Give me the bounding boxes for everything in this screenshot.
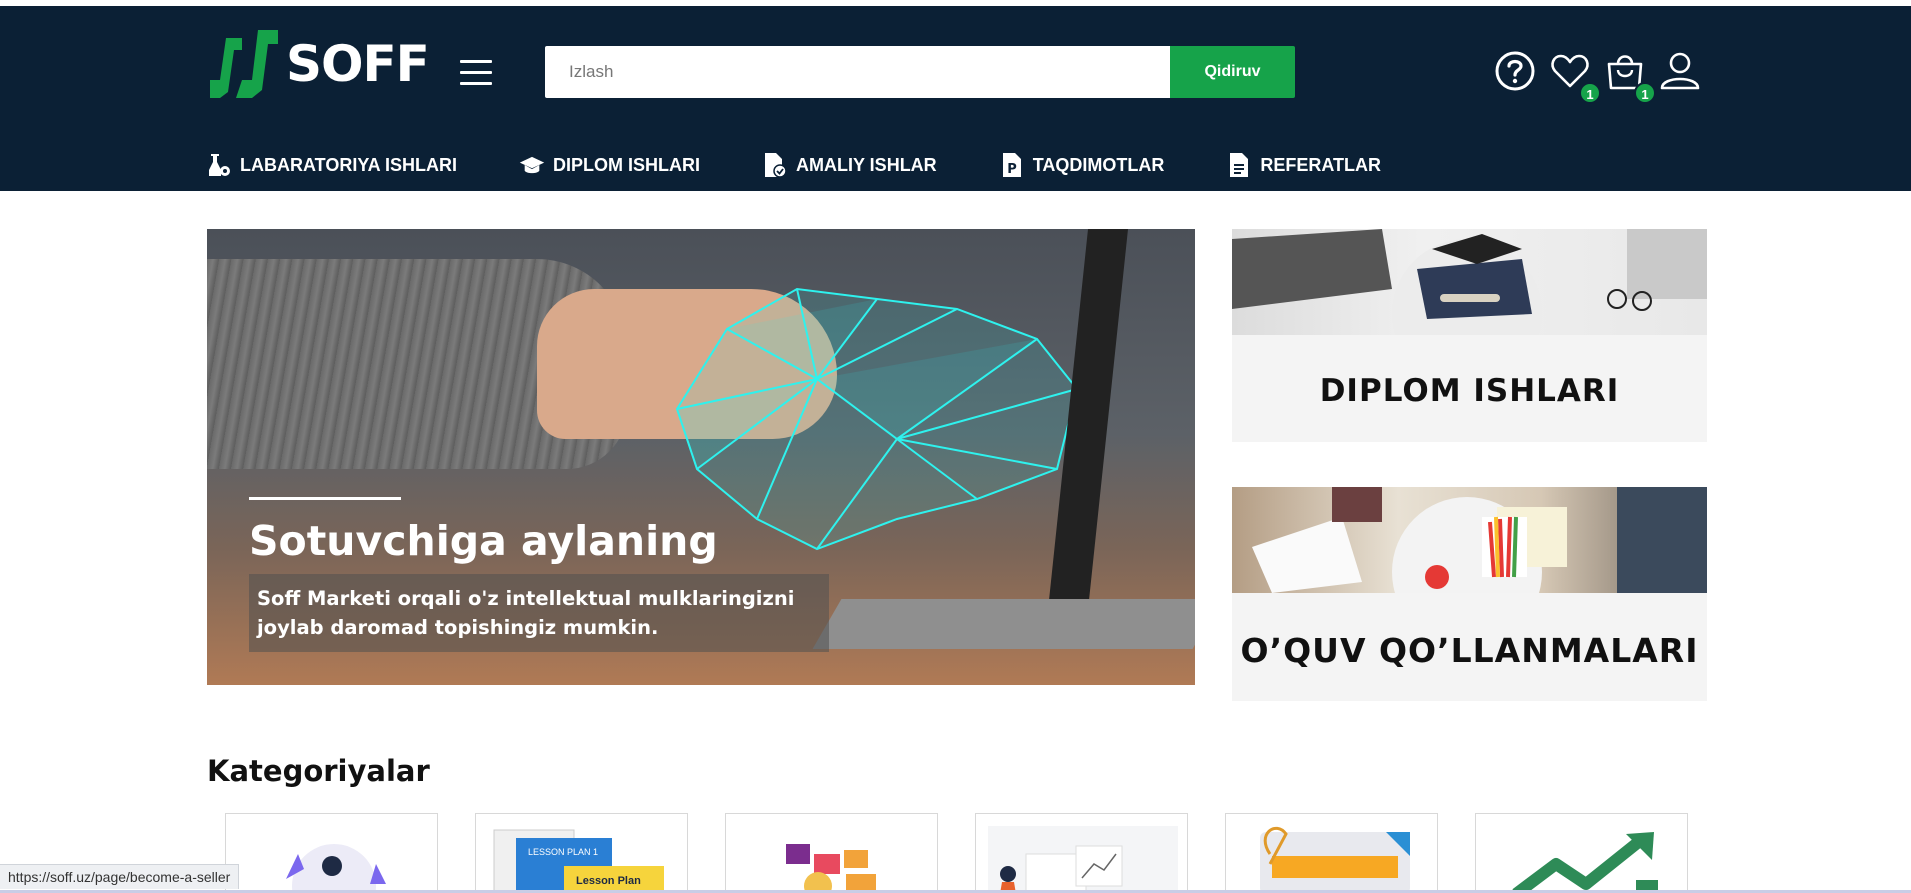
wishlist-badge: 1 (1579, 82, 1601, 104)
nav-item-diplom[interactable]: DIPLOM ISHLARI (519, 152, 700, 178)
nav-item-referatlar[interactable]: REFERATLAR (1226, 152, 1381, 178)
categories-grid: LESSON PLAN 1 Lesson Plan (225, 813, 1725, 893)
svg-text:LESSON PLAN 1: LESSON PLAN 1 (528, 847, 598, 857)
svg-text:Lesson Plan: Lesson Plan (576, 875, 641, 887)
browser-status-url: https://soff.uz/page/become-a-seller (0, 864, 240, 889)
hero-divider (249, 497, 401, 500)
hero-keyboard-image (812, 599, 1195, 649)
user-account-icon[interactable] (1659, 50, 1703, 94)
logo[interactable]: SOFF (206, 30, 430, 98)
header-actions: 1 1 (1494, 50, 1714, 104)
presentation-file-icon: P (1002, 153, 1021, 177)
category-nav: LABARATORIYA ISHLARI DIPLOM ISHLARI AMAL… (206, 152, 1443, 178)
promo-card-oquv[interactable]: O’QUV QO’LLANMALARI (1232, 487, 1707, 701)
hero-banner-become-seller[interactable]: Sotuvchiga aylaning Soff Marketi orqali … (207, 229, 1195, 685)
file-text-icon (1230, 153, 1249, 177)
presentation-illustration-icon (786, 844, 876, 893)
nav-item-labaratoriya[interactable]: LABARATORIYA ISHLARI (206, 152, 457, 178)
category-card-presentation[interactable] (725, 813, 938, 893)
nav-item-label: AMALIY ISHLAR (796, 154, 937, 175)
nav-item-label: TAQDIMOTLAR (1032, 154, 1165, 175)
category-card-clipboard[interactable] (1225, 813, 1438, 893)
site-header: SOFF Qidiruv 1 1 LABARATORIYA ISHLARI (0, 6, 1911, 191)
document-check-icon (765, 153, 787, 178)
logo-text: SOFF (286, 35, 430, 93)
nav-item-taqdimotlar[interactable]: P TAQDIMOTLAR (999, 152, 1165, 178)
category-card-report[interactable] (975, 813, 1188, 893)
promo-diplom-image (1232, 229, 1707, 335)
hero-description-box: Soff Marketi orqali o'z intellektual mul… (249, 574, 829, 652)
lab-gear-icon (209, 154, 230, 176)
hero-title: Sotuvchiga aylaning (249, 517, 718, 565)
clipboard-illustration-icon (1260, 827, 1410, 893)
nav-item-amaliy[interactable]: AMALIY ISHLAR (762, 152, 937, 178)
search-bar: Qidiruv (545, 46, 1295, 98)
nav-item-label: DIPLOM ISHLARI (553, 154, 701, 175)
menu-burger-icon[interactable] (460, 60, 492, 86)
promo-oquv-title: O’QUV QO’LLANMALARI (1240, 631, 1699, 670)
category-card-growth[interactable] (1475, 813, 1688, 893)
help-icon[interactable] (1494, 50, 1538, 94)
cart-badge: 1 (1634, 82, 1656, 104)
lesson-plan-illustration-icon: LESSON PLAN 1 Lesson Plan (493, 829, 664, 893)
logo-mark-icon (210, 30, 278, 98)
category-card-lesson-plan[interactable]: LESSON PLAN 1 Lesson Plan (475, 813, 688, 893)
nav-item-label: REFERATLAR (1260, 154, 1381, 175)
nav-item-label: LABARATORIYA ISHLARI (240, 154, 458, 175)
cart-bag-icon[interactable]: 1 (1604, 50, 1656, 104)
category-card-lab[interactable] (225, 813, 438, 893)
report-illustration-icon (988, 826, 1178, 893)
lab-illustration-icon (286, 844, 386, 893)
categories-title: Kategoriyalar (207, 754, 430, 788)
promo-card-diplom[interactable]: DIPLOM ISHLARI (1232, 229, 1707, 442)
wishlist-heart-icon[interactable]: 1 (1549, 50, 1601, 104)
graduation-cap-icon (519, 156, 545, 174)
search-input[interactable] (545, 46, 1170, 98)
hero-description: Soff Marketi orqali o'z intellektual mul… (257, 587, 795, 639)
growth-chart-illustration-icon (1512, 832, 1658, 893)
promo-diplom-title: DIPLOM ISHLARI (1319, 373, 1620, 409)
svg-text:P: P (1007, 162, 1017, 177)
search-button[interactable]: Qidiruv (1170, 46, 1295, 98)
promo-oquv-image (1232, 487, 1707, 593)
